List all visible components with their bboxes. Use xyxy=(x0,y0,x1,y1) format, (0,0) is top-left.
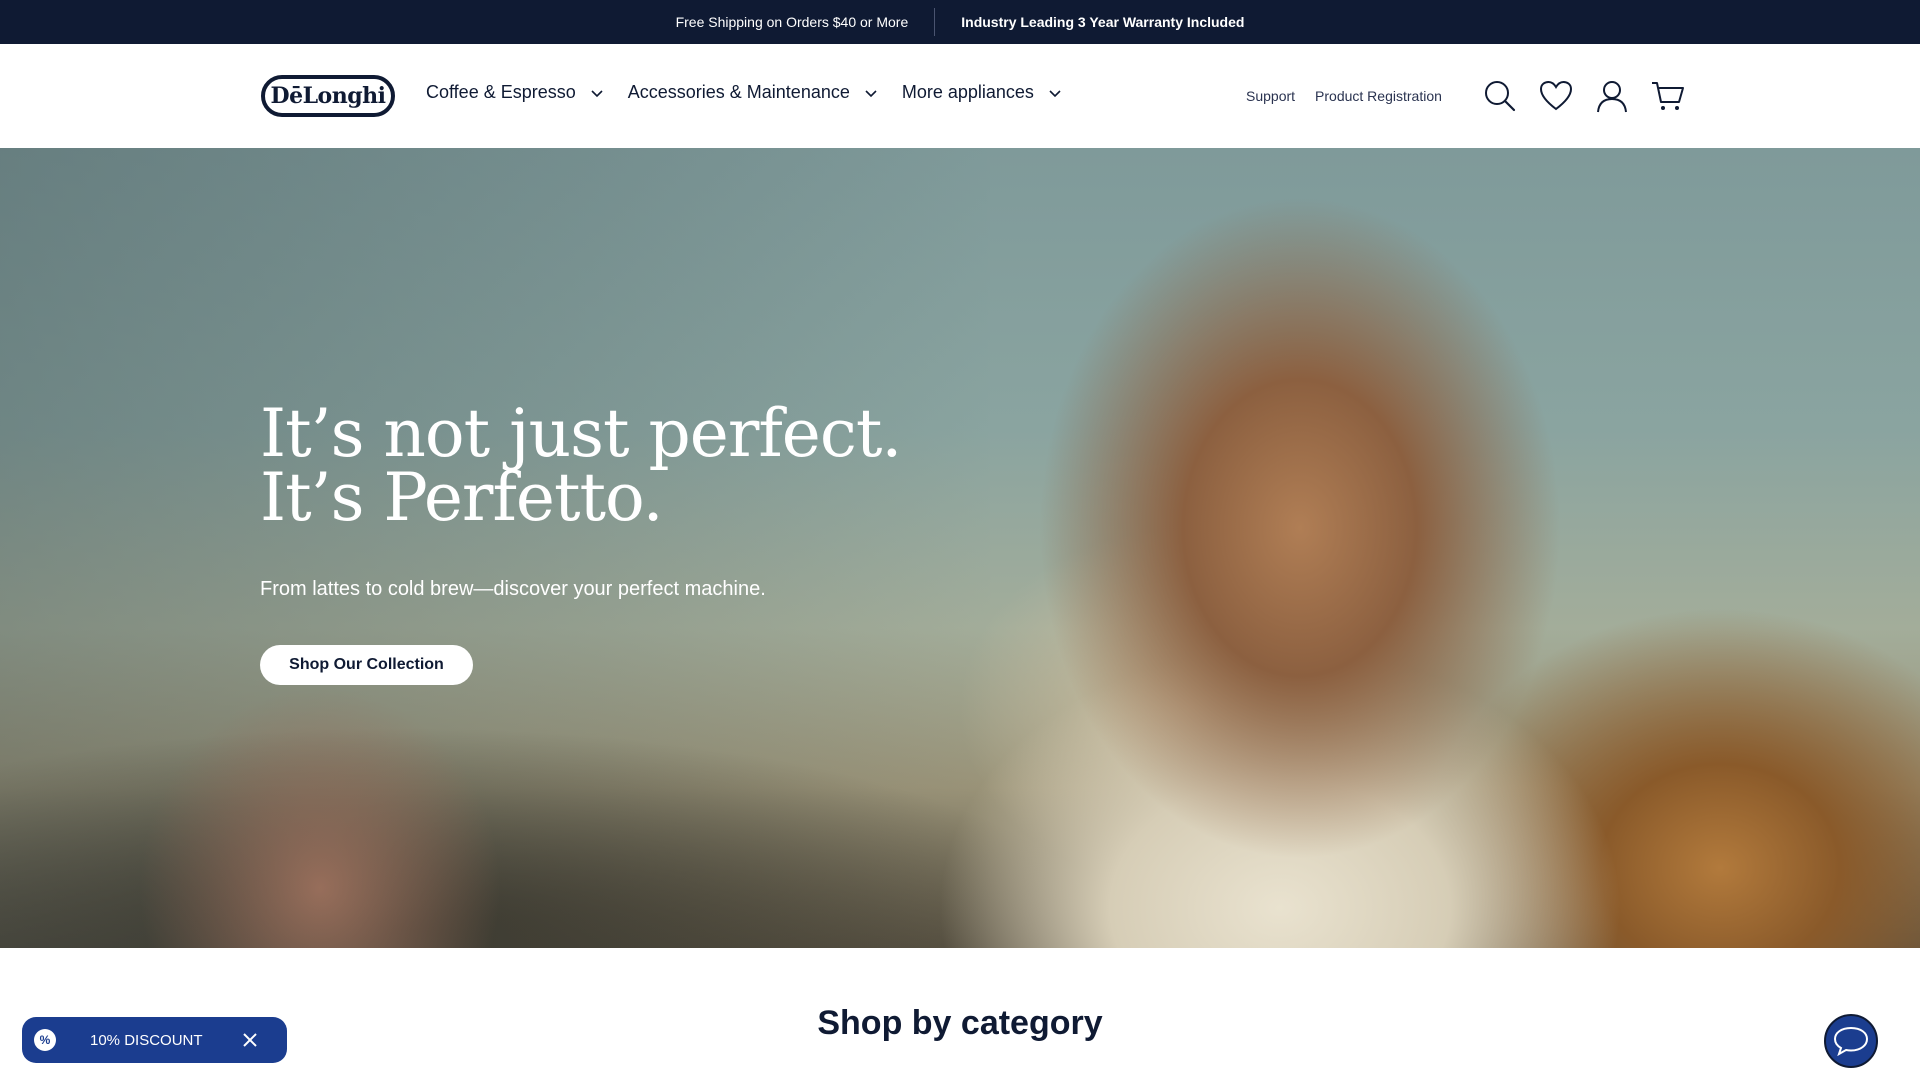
heart-icon xyxy=(1539,80,1572,111)
hero-headline: It’s not just perfect. It’s Perfetto. xyxy=(260,395,902,536)
nav-more-appliances-label: More appliances xyxy=(901,82,1034,102)
cart-icon xyxy=(1651,82,1684,110)
product-registration-link[interactable]: Product Registration xyxy=(1315,88,1442,104)
nav-accessories-maintenance[interactable]: Accessories & Maintenance xyxy=(628,82,880,103)
nav-accessories-maintenance-label: Accessories & Maintenance xyxy=(627,82,850,102)
hero-subtitle: From lattes to cold brew—discover your p… xyxy=(260,578,766,600)
shop-collection-button[interactable]: Shop Our Collection xyxy=(260,645,473,685)
close-discount-button[interactable] xyxy=(241,1031,259,1049)
chevron-down-icon xyxy=(591,89,603,97)
hero-headline-line2: It’s Perfetto. xyxy=(260,459,664,536)
announcement-bar: Free Shipping on Orders $40 or More Indu… xyxy=(0,0,1920,44)
discount-label: 10% DISCOUNT xyxy=(90,1031,203,1049)
cart-button[interactable] xyxy=(1650,78,1686,114)
shipping-message: Free Shipping on Orders $40 or More xyxy=(675,14,909,30)
hero-image xyxy=(0,148,1000,948)
warranty-message: Industry Leading 3 Year Warranty Include… xyxy=(961,14,1245,30)
search-button[interactable] xyxy=(1482,78,1518,114)
discount-popup[interactable]: % 10% DISCOUNT xyxy=(22,1017,287,1063)
nav-coffee-espresso-label: Coffee & Espresso xyxy=(426,82,576,102)
shop-by-category-title: Shop by category xyxy=(817,1004,1103,1042)
chevron-down-icon xyxy=(1049,89,1061,97)
nav-more-appliances[interactable]: More appliances xyxy=(902,82,1064,103)
user-icon xyxy=(1596,81,1627,113)
search-icon xyxy=(1484,81,1515,112)
close-icon xyxy=(242,1033,257,1047)
utility-nav: Support Product Registration xyxy=(1246,44,1686,148)
chat-button[interactable] xyxy=(1824,1014,1878,1068)
hero-banner: It’s not just perfect. It’s Perfetto. Fr… xyxy=(0,148,1920,948)
chevron-down-icon xyxy=(865,89,877,97)
chat-bubble-icon xyxy=(1833,1026,1869,1056)
percent-icon: % xyxy=(34,1029,56,1051)
support-link[interactable]: Support xyxy=(1246,88,1295,104)
account-button[interactable] xyxy=(1594,78,1630,114)
wishlist-button[interactable] xyxy=(1538,78,1574,114)
nav-coffee-espresso[interactable]: Coffee & Espresso xyxy=(426,82,606,103)
delonghi-logo[interactable]: DēLonghi xyxy=(261,75,395,117)
hero-headline-line1: It’s not just perfect. xyxy=(260,395,902,472)
site-header: DēLonghi Coffee & Espresso Accessories &… xyxy=(0,44,1920,148)
main-nav: Coffee & Espresso Accessories & Maintena… xyxy=(426,82,1086,103)
